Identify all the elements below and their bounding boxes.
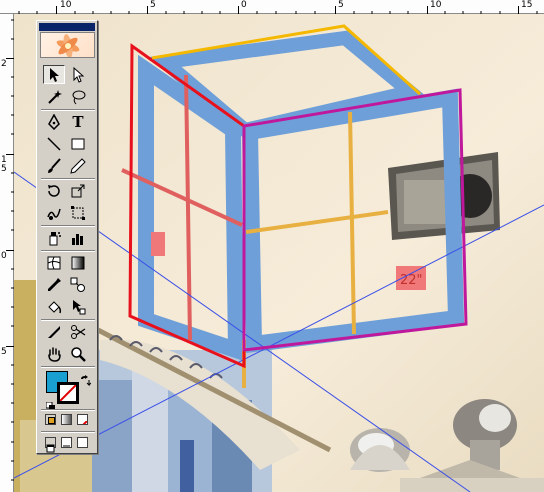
separator [41, 109, 95, 111]
tools-panel-titlebar[interactable] [39, 23, 95, 31]
ruler-label: 2 [1, 59, 7, 69]
ruler-label: 5 [150, 0, 156, 10]
direct-selection-tool-icon [73, 66, 85, 83]
flower-logo-icon [56, 34, 80, 57]
zoom-tool[interactable] [67, 344, 89, 363]
rectangle-tool[interactable] [67, 134, 89, 153]
stroke-color-swatch[interactable] [57, 382, 79, 404]
default-colors-button[interactable] [45, 396, 55, 411]
screen-mode-standard-icon [46, 444, 55, 453]
ruler-label: 0 [1, 251, 7, 261]
hand-tool-icon [48, 346, 61, 362]
selection-tool-icon [50, 67, 59, 82]
separator [41, 409, 95, 411]
scale-tool[interactable] [67, 181, 89, 200]
color-mode-button[interactable] [45, 414, 56, 425]
swap-arrow-icon [81, 375, 92, 387]
separator [41, 178, 95, 180]
vertical-ruler[interactable]: 2 1 5 0 5 [0, 14, 14, 492]
type-tool-icon: T [72, 112, 84, 131]
warp-tool-icon [47, 208, 61, 220]
paintbrush-tool-icon [48, 157, 61, 173]
magic-wand-tool-icon [48, 89, 62, 104]
selection-tool[interactable] [43, 65, 65, 84]
blend-tool[interactable] [67, 275, 89, 294]
separator [41, 319, 95, 321]
app-logo[interactable] [40, 32, 95, 58]
paintbrush-tool[interactable] [43, 156, 65, 175]
eyedropper-tool[interactable] [43, 275, 65, 294]
scissors-tool-icon [71, 324, 86, 339]
line-segment-tool[interactable] [43, 134, 65, 153]
live-paint-bucket-tool[interactable] [43, 297, 65, 316]
ruler-ticks-horizontal [18, 6, 538, 14]
lasso-tool[interactable] [67, 87, 89, 106]
symbol-sprayer-tool-icon [49, 231, 61, 245]
none-mode-button[interactable] [77, 414, 88, 425]
type-tool[interactable]: T [67, 112, 89, 131]
separator [41, 366, 95, 368]
standard-screen-mode-button[interactable] [45, 437, 56, 453]
horizontal-ruler[interactable]: 10 5 0 5 10 15 [0, 0, 544, 14]
pencil-tool-icon [70, 157, 86, 174]
eyedropper-tool-icon [48, 277, 61, 291]
rotate-tool[interactable] [43, 181, 65, 200]
rotate-tool-icon [48, 184, 60, 197]
pen-tool-icon [48, 113, 60, 130]
tag-label: 22" [400, 273, 423, 288]
ruler-label: 0 [241, 0, 247, 10]
gradient-mode-button[interactable] [61, 414, 72, 425]
swap-fill-stroke-button[interactable] [79, 372, 92, 387]
slice-tool[interactable] [43, 322, 65, 341]
screen-mode-menu-icon [63, 445, 70, 447]
column-graph-tool-icon [72, 233, 83, 245]
warp-tool[interactable] [43, 203, 65, 222]
separator [41, 250, 95, 252]
full-screen-mode-button[interactable] [77, 437, 88, 448]
blend-tool-icon [70, 277, 85, 292]
scissors-tool[interactable] [67, 322, 89, 341]
live-paint-bucket-tool-icon [48, 300, 62, 313]
ruler-label: 5 [338, 0, 344, 10]
none-slash-icon [60, 385, 76, 401]
ruler-label: 10 [60, 0, 72, 10]
slice-tool-icon [48, 325, 60, 338]
free-transform-tool-icon [71, 205, 85, 220]
separator [41, 225, 95, 227]
mesh-tool[interactable] [43, 253, 65, 272]
pen-tool[interactable] [43, 112, 65, 131]
full-screen-menu-mode-button[interactable] [61, 437, 72, 448]
rectangle-tool-icon [71, 138, 85, 149]
none-mode-icon [82, 420, 87, 424]
symbol-sprayer-tool[interactable] [43, 228, 65, 247]
mesh-tool-icon [47, 256, 61, 269]
ruler-label: 5 [1, 164, 7, 174]
live-paint-selection-tool-icon [73, 299, 86, 314]
gradient-tool[interactable] [67, 253, 89, 272]
hand-tool[interactable] [43, 344, 65, 363]
separator [41, 431, 95, 433]
scale-tool-icon [71, 184, 85, 197]
ruler-label: 10 [430, 0, 442, 10]
color-mode-icon [48, 417, 55, 424]
ruler-label: 15 [521, 0, 533, 10]
zoom-tool-icon [71, 346, 86, 362]
direct-selection-tool[interactable] [67, 65, 89, 84]
gradient-tool-icon [71, 256, 85, 269]
ruler-label: 5 [1, 347, 7, 357]
tag-left [151, 232, 165, 256]
free-transform-tool[interactable] [67, 203, 89, 222]
pencil-tool[interactable] [67, 156, 89, 175]
lasso-tool-icon [72, 90, 86, 104]
live-paint-selection-tool[interactable] [67, 297, 89, 316]
line-segment-tool-icon [47, 136, 61, 151]
tools-panel[interactable]: T [36, 20, 98, 454]
magic-wand-tool[interactable] [43, 87, 65, 106]
column-graph-tool[interactable] [67, 228, 89, 247]
